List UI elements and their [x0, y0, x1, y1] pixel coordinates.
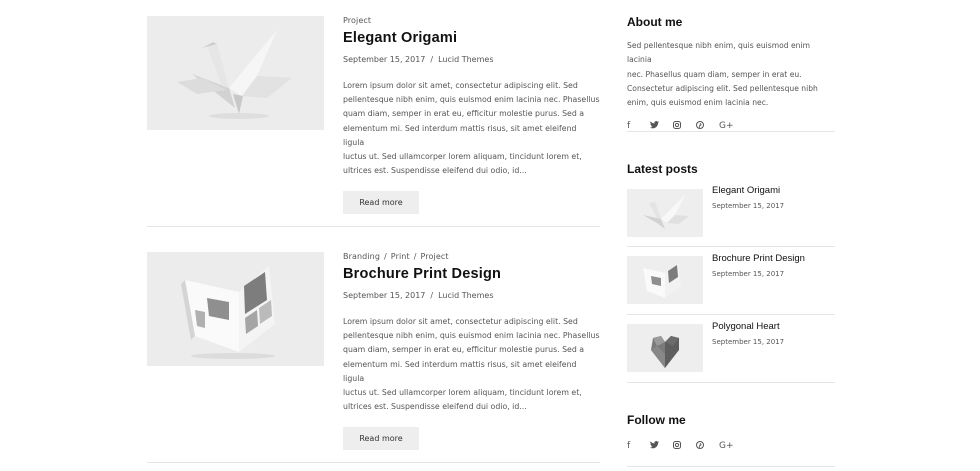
excerpt-line: elementum mi. Sed interdum mattis risus,… — [343, 123, 577, 147]
excerpt-line: ultrices est. Suspendisse eleifend dui o… — [343, 166, 527, 176]
latest-post-title[interactable]: Elegant Origami — [712, 185, 780, 196]
post-meta: September 15, 2017 / Lucid Themes — [343, 55, 600, 64]
post-meta: September 15, 2017 / Lucid Themes — [343, 291, 600, 300]
excerpt-line: Lorem ipsum dolor sit amet, consectetur … — [343, 81, 578, 90]
widget-title: Follow me — [627, 413, 686, 427]
about-line: Consectetur adipiscing elit. Sed pellent… — [627, 83, 818, 93]
about-widget: About me Sed pellentesque nibh enim, qui… — [627, 15, 835, 132]
post-categories: Branding / Print / Project — [343, 252, 600, 261]
brochure-thumb — [627, 256, 703, 304]
post-item: Project Elegant Origami September 15, 20… — [147, 0, 600, 236]
latest-post-thumbnail[interactable] — [627, 324, 703, 372]
meta-separator: / — [430, 291, 434, 300]
social-links: f G+ — [627, 441, 835, 452]
post-author[interactable]: Lucid Themes — [438, 55, 493, 64]
post-excerpt: Lorem ipsum dolor sit amet, consectetur … — [343, 79, 600, 178]
latest-posts-widget: Latest posts — [627, 162, 835, 176]
post-thumbnail-brochure[interactable] — [147, 252, 324, 366]
category-link[interactable]: Print — [391, 252, 410, 261]
latest-post-date: September 15, 2017 — [712, 202, 785, 210]
polygonal-heart-thumb — [627, 324, 703, 372]
post-title[interactable]: Brochure Print Design — [343, 266, 600, 282]
read-more-button[interactable]: Read more — [343, 427, 419, 451]
about-line: Sed pellentesque nibh enim, quis euismod… — [627, 41, 810, 65]
latest-post-item[interactable]: Brochure Print Design September 15, 2017 — [627, 253, 835, 321]
meta-separator: / — [430, 55, 434, 64]
post-body: Branding / Print / Project Brochure Print De… — [343, 252, 600, 451]
about-line: enim, quis euismod enim lacinia nec. — [627, 98, 769, 108]
about-line: nec. Phasellus quam diam, semper in erat… — [627, 69, 802, 79]
category-separator: / — [413, 252, 417, 261]
latest-post-title[interactable]: Polygonal Heart — [712, 321, 780, 332]
widget-title: Latest posts — [627, 162, 698, 176]
post-thumbnail-origami[interactable] — [147, 16, 324, 130]
latest-post-thumbnail[interactable] — [627, 189, 703, 237]
origami-crane-thumb — [627, 189, 703, 237]
widget-title: About me — [627, 15, 683, 29]
google-plus-icon[interactable]: G+ — [719, 441, 742, 452]
widget-divider — [627, 131, 835, 132]
post-divider — [147, 226, 600, 227]
category-link[interactable]: Branding — [343, 252, 380, 261]
read-more-button[interactable]: Read more — [343, 191, 419, 215]
category-separator: / — [384, 252, 387, 261]
latest-post-item[interactable]: Elegant Origami September 15, 2017 — [627, 185, 835, 253]
excerpt-line: quam diam, semper in erat eu, efficitur … — [343, 345, 585, 355]
excerpt-line: pellentesque nibh enim, quis euismod eni… — [343, 95, 600, 105]
excerpt-line: luctus ut. Sed ullamcorper lorem aliquam… — [343, 388, 582, 398]
widget-divider — [627, 466, 835, 467]
widget-divider — [627, 314, 835, 315]
instagram-icon[interactable] — [673, 441, 696, 452]
post-body: Project Elegant Origami September 15, 20… — [343, 16, 600, 215]
latest-post-title[interactable]: Brochure Print Design — [712, 253, 805, 264]
widget-divider — [627, 382, 835, 383]
origami-crane-image — [147, 16, 324, 130]
excerpt-line: pellentesque nibh enim, quis euismod eni… — [343, 331, 600, 341]
post-excerpt: Lorem ipsum dolor sit amet, consectetur … — [343, 315, 600, 414]
post-author[interactable]: Lucid Themes — [438, 291, 493, 300]
excerpt-line: elementum mi. Sed interdum mattis risus,… — [343, 359, 577, 383]
excerpt-line: Lorem ipsum dolor sit amet, consectetur … — [343, 317, 578, 326]
facebook-icon[interactable]: f — [627, 441, 650, 452]
pinterest-icon[interactable] — [696, 441, 719, 452]
post-list: Project Elegant Origami September 15, 20… — [147, 0, 600, 471]
post-item: Branding / Print / Project Brochure Print De… — [147, 236, 600, 471]
category-link[interactable]: Project — [421, 252, 449, 261]
excerpt-line: luctus ut. Sed ullamcorper lorem aliquam… — [343, 152, 582, 162]
latest-post-date: September 15, 2017 — [712, 338, 785, 346]
post-date[interactable]: September 15, 2017 — [343, 55, 425, 64]
follow-widget: Follow me f G+ — [627, 413, 835, 452]
excerpt-line: ultrices est. Suspendisse eleifend dui o… — [343, 402, 527, 412]
widget-divider — [627, 246, 835, 247]
latest-post-date: September 15, 2017 — [712, 270, 785, 278]
excerpt-line: quam diam, semper in erat eu, efficitur … — [343, 109, 585, 119]
latest-post-item[interactable]: Polygonal Heart September 15, 2017 — [627, 321, 835, 389]
about-text: Sed pellentesque nibh enim, quis euismod… — [627, 39, 835, 110]
latest-post-thumbnail[interactable] — [627, 256, 703, 304]
twitter-icon[interactable] — [650, 441, 673, 452]
post-categories: Project — [343, 16, 600, 25]
category-link[interactable]: Project — [343, 16, 371, 25]
post-date[interactable]: September 15, 2017 — [343, 291, 425, 300]
post-title[interactable]: Elegant Origami — [343, 30, 600, 46]
post-divider — [147, 462, 600, 463]
brochure-image — [147, 252, 324, 366]
